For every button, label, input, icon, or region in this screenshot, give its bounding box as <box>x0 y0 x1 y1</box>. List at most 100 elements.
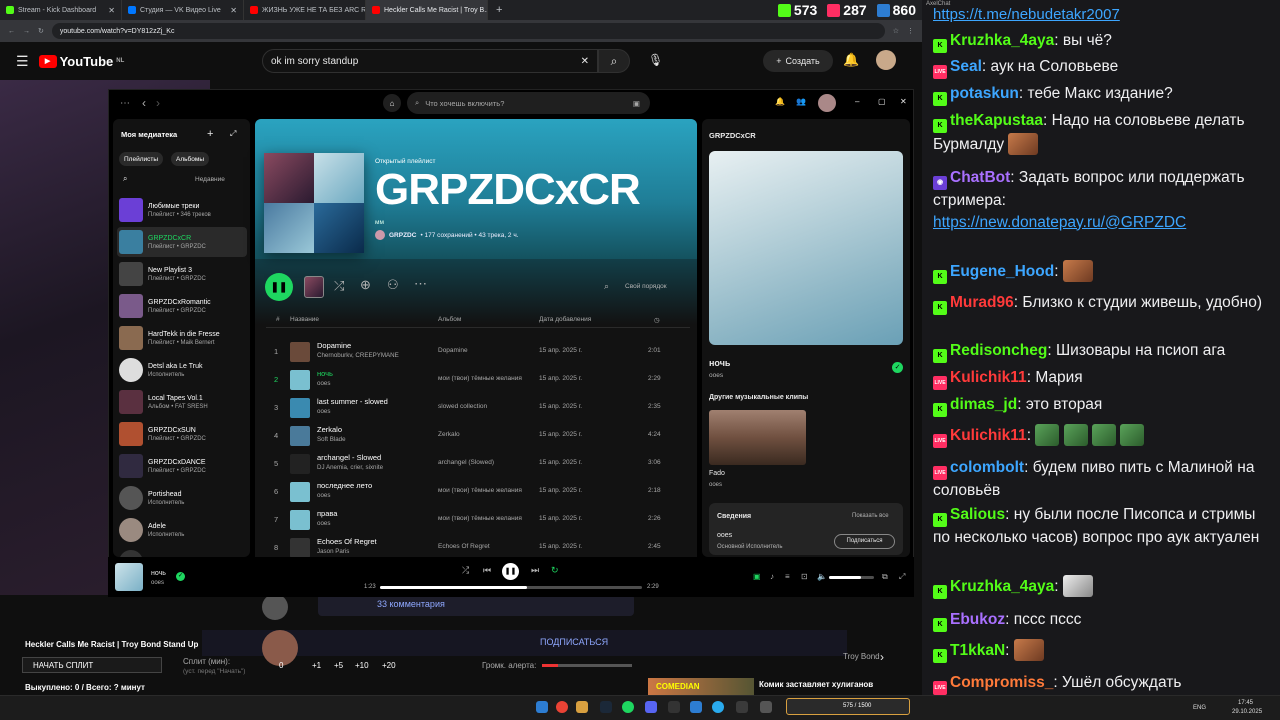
chat-nick[interactable]: colombolt <box>950 459 1024 476</box>
chat-nick[interactable]: Eugene_Hood <box>950 263 1054 280</box>
library-item[interactable]: GRPZDCxCR Плейлист • GRPZDC <box>117 227 247 257</box>
library-item[interactable]: GRPZDCxRomantic Плейлист • GRPZDC <box>117 291 247 321</box>
discord-icon[interactable] <box>645 701 657 713</box>
side-video-thumbnail[interactable]: COMEDIAN <box>648 678 754 696</box>
track-artist[interactable]: Jason Paris <box>317 548 349 555</box>
spotify-search-input[interactable]: ⌕ Что хочешь включить? ▣ <box>407 92 650 114</box>
url-field[interactable]: youtube.com/watch?v=DY812zZj_Kc <box>51 23 885 39</box>
track-artist[interactable]: Chernoburkv, CREEPYMANE <box>317 352 399 359</box>
info-artist[interactable]: ooes <box>717 532 732 539</box>
subscribe-button[interactable]: ПОДПИСАТЬСЯ <box>540 637 608 647</box>
split-plus1[interactable]: +1 <box>312 661 321 670</box>
player-saved-icon[interactable]: ✓ <box>176 572 185 581</box>
track-title[interactable]: archangel - Slowed <box>317 453 381 462</box>
track-row[interactable]: 2 ночь ooes мои (твои) тёмные желания 15 апр… <box>266 366 690 394</box>
now-playing-title[interactable]: ночь <box>709 358 730 368</box>
chevron-right-icon[interactable]: › <box>880 650 884 664</box>
bell-icon[interactable]: 🔔 <box>843 52 859 68</box>
now-playing-view-icon[interactable]: ▣ <box>753 572 761 581</box>
split-plus20[interactable]: +20 <box>382 661 396 670</box>
previous-icon[interactable]: ⏮ <box>483 565 491 576</box>
chat-nick[interactable]: dimas_jd <box>950 396 1017 413</box>
youtube-search-input[interactable]: ok im sorry standup ✕ <box>262 49 598 73</box>
explorer-icon[interactable] <box>576 701 588 713</box>
split-value[interactable]: 0 <box>279 661 283 670</box>
split-plus5[interactable]: +5 <box>334 661 343 670</box>
chip-albums[interactable]: Альбомы <box>171 152 209 166</box>
chrome-icon[interactable] <box>556 701 568 713</box>
language-indicator[interactable]: ENG <box>1193 705 1206 711</box>
track-row[interactable]: 5 archangel - Slowed DJ Anemia, crier, six… <box>266 450 690 478</box>
chat-nick[interactable]: Compromiss_ <box>950 674 1053 691</box>
bell-icon[interactable]: 🔔 <box>775 97 785 106</box>
track-album[interactable]: мои (твои) тёмные желания <box>438 487 538 494</box>
library-item[interactable]: Portishead Исполнитель <box>117 483 247 513</box>
mic-icon[interactable]: 🎙 <box>648 53 663 67</box>
app-icon[interactable] <box>690 701 702 713</box>
order-label[interactable]: Свой порядок <box>625 283 667 290</box>
queue-icon[interactable]: ≡ <box>785 572 790 581</box>
track-artist[interactable]: Soft Blade <box>317 436 346 443</box>
start-icon[interactable] <box>536 701 548 713</box>
plus-icon[interactable]: + <box>207 128 213 140</box>
player-artist[interactable]: ooes <box>151 580 164 586</box>
library-item[interactable]: New Playlist 3 Плейлист • GRPZDC <box>117 259 247 289</box>
chat-nick[interactable]: Kulichik11 <box>950 369 1027 386</box>
fullscreen-icon[interactable]: ⤢ <box>899 572 905 582</box>
chat-nick[interactable]: Ebukoz <box>950 611 1005 628</box>
search-button[interactable]: ⌕ <box>598 49 630 73</box>
steam-icon[interactable] <box>600 701 612 713</box>
track-artist[interactable]: ooes <box>317 380 330 387</box>
forward-icon[interactable]: → <box>23 28 30 35</box>
more-icon[interactable]: ⋯ <box>120 98 130 109</box>
back-icon[interactable]: ← <box>8 28 15 35</box>
chat-nick[interactable]: Murad96 <box>950 294 1014 311</box>
saved-check-icon[interactable]: ✓ <box>892 362 903 373</box>
track-title[interactable]: Echoes Of Regret <box>317 537 377 546</box>
friends-icon[interactable]: 👥 <box>796 97 806 106</box>
clock-date[interactable]: 29.10.2025 <box>1232 709 1262 715</box>
menu-icon[interactable]: ⋮ <box>907 27 914 35</box>
player-cover[interactable] <box>115 563 143 591</box>
download-icon[interactable]: ⊕ <box>360 277 371 293</box>
chip-playlists[interactable]: Плейлисты <box>119 152 164 166</box>
next-icon[interactable]: ⏭ <box>531 565 539 576</box>
browser-tab[interactable]: Студия — VK Видео Live ✕ <box>122 0 244 20</box>
track-title[interactable]: Zerkalo <box>317 425 342 434</box>
app2-icon[interactable] <box>736 701 748 713</box>
track-title[interactable]: last summer - slowed <box>317 397 388 406</box>
telegram-icon[interactable] <box>712 701 724 713</box>
search-icon[interactable]: ⌕ <box>604 281 609 292</box>
library-item[interactable]: Любимые треки Плейлист • 346 треков <box>117 195 247 225</box>
spotify-icon[interactable] <box>622 701 634 713</box>
chat-nick[interactable]: potaskun <box>950 85 1019 102</box>
shuffle-icon[interactable]: ⤮ <box>334 278 344 294</box>
track-title[interactable]: последнее лето <box>317 481 372 490</box>
player-pause-button[interactable]: ❚❚ <box>502 563 519 580</box>
track-artist[interactable]: ooes <box>317 492 330 499</box>
comments-bar[interactable]: 33 комментария <box>318 594 634 616</box>
home-icon[interactable]: ⌂ <box>383 94 401 112</box>
search-icon[interactable]: ⌕ <box>123 174 127 184</box>
youtube-logo[interactable]: ▶ YouTube NL <box>38 54 124 69</box>
browser-tab[interactable]: ЖИЗНЬ УЖЕ НЕ ТА БЕЗ ARC R...✕ <box>244 0 366 20</box>
now-playing-artist[interactable]: ooes <box>709 372 723 379</box>
chat-nick[interactable]: Seal <box>950 58 982 75</box>
chat-nick[interactable]: Redisoncheg <box>950 342 1047 359</box>
progress-bar[interactable] <box>380 586 642 589</box>
minimize-icon[interactable]: – <box>855 97 859 106</box>
follow-button[interactable]: Подписаться <box>834 534 895 549</box>
chat-nick[interactable]: theKapustaa <box>950 112 1043 129</box>
track-album[interactable]: Dopamine <box>438 347 538 354</box>
track-row[interactable]: 3 last summer - slowed ooes slowed collecti… <box>266 394 690 422</box>
avatar[interactable] <box>876 50 896 70</box>
expand-icon[interactable]: ⤢ <box>230 129 236 139</box>
library-item[interactable]: HardTekk in die Fresse Плейлист • Maik Be… <box>117 323 247 353</box>
more-icon[interactable]: ⋯ <box>414 276 427 292</box>
browser-tab[interactable]: Heckler Calls Me Racist | Troy B...✕ <box>366 0 488 20</box>
playlist-owner[interactable]: GRPZDC <box>389 232 416 239</box>
track-row[interactable]: 4 Zerkalo Soft Blade Zerkalo 15 апр. 2025 г.… <box>266 422 690 450</box>
browse-icon[interactable]: ▣ <box>633 99 640 108</box>
chat-nick[interactable]: Kruzhka_4aya <box>950 32 1054 49</box>
chat-nick[interactable]: Kulichik11 <box>950 427 1027 444</box>
